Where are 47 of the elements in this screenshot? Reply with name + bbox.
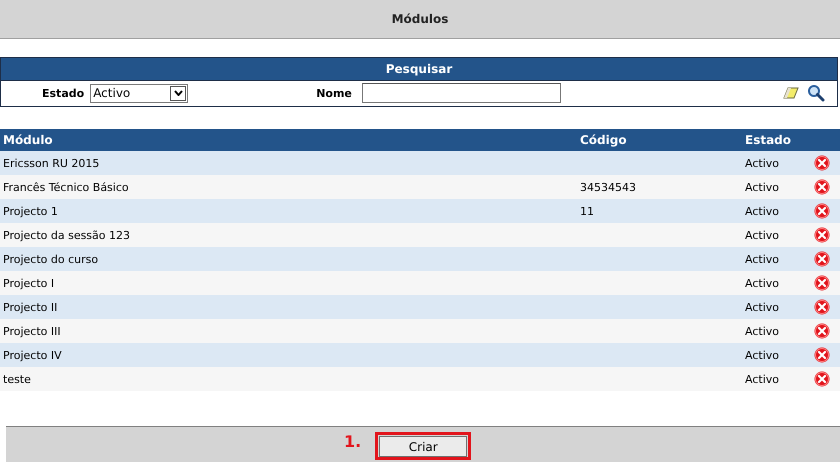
- search-icon[interactable]: [807, 84, 825, 102]
- table-cell: Projecto I: [0, 271, 577, 295]
- column-header: Código: [577, 129, 742, 151]
- eraser-icon[interactable]: [783, 87, 799, 100]
- table-cell: Activo: [742, 295, 800, 319]
- table-cell: Activo: [742, 247, 800, 271]
- delete-icon[interactable]: [814, 179, 830, 195]
- delete-icon[interactable]: [814, 371, 830, 387]
- table-cell: Francês Técnico Básico: [0, 175, 577, 199]
- table-cell: Activo: [742, 151, 800, 175]
- nome-label: Nome: [316, 86, 352, 100]
- table-cell: 11: [577, 199, 742, 223]
- page-title: Módulos: [392, 12, 448, 26]
- panel-title: Pesquisar: [386, 62, 452, 76]
- table-cell: Activo: [742, 271, 800, 295]
- nome-field[interactable]: [362, 83, 561, 104]
- table-cell: Projecto do curso: [0, 247, 577, 271]
- delete-icon[interactable]: [814, 347, 830, 363]
- delete-icon[interactable]: [814, 323, 830, 339]
- table-cell: Activo: [742, 319, 800, 343]
- delete-icon[interactable]: [814, 203, 830, 219]
- table-cell: Ericsson RU 2015: [0, 151, 577, 175]
- table-cell: Projecto da sessão 123: [0, 223, 577, 247]
- delete-icon[interactable]: [814, 299, 830, 315]
- table-cell: Projecto II: [0, 295, 577, 319]
- step-number: 1.: [344, 432, 362, 452]
- table-cell: Activo: [742, 223, 800, 247]
- table-cell: Projecto 1: [0, 199, 577, 223]
- delete-icon[interactable]: [814, 251, 830, 267]
- table-cell: Activo: [742, 367, 800, 391]
- estado-select[interactable]: Activo: [90, 84, 188, 103]
- column-header: Estado: [742, 129, 800, 151]
- table-cell: Projecto IV: [0, 343, 577, 367]
- delete-icon[interactable]: [814, 227, 830, 243]
- column-header: Módulo: [0, 129, 577, 151]
- delete-icon[interactable]: [814, 275, 830, 291]
- table-cell: Activo: [742, 175, 800, 199]
- caret-icon: [174, 90, 183, 96]
- criar-button[interactable]: Criar: [379, 436, 468, 457]
- table-cell: 34534543: [577, 175, 742, 199]
- table-cell: Activo: [742, 343, 800, 367]
- estado-label: Estado: [42, 86, 84, 100]
- table-cell: Activo: [742, 199, 800, 223]
- column-header: [800, 129, 840, 151]
- delete-icon[interactable]: [814, 155, 830, 171]
- table-cell: Projecto III: [0, 319, 577, 343]
- table-cell: teste: [0, 367, 577, 391]
